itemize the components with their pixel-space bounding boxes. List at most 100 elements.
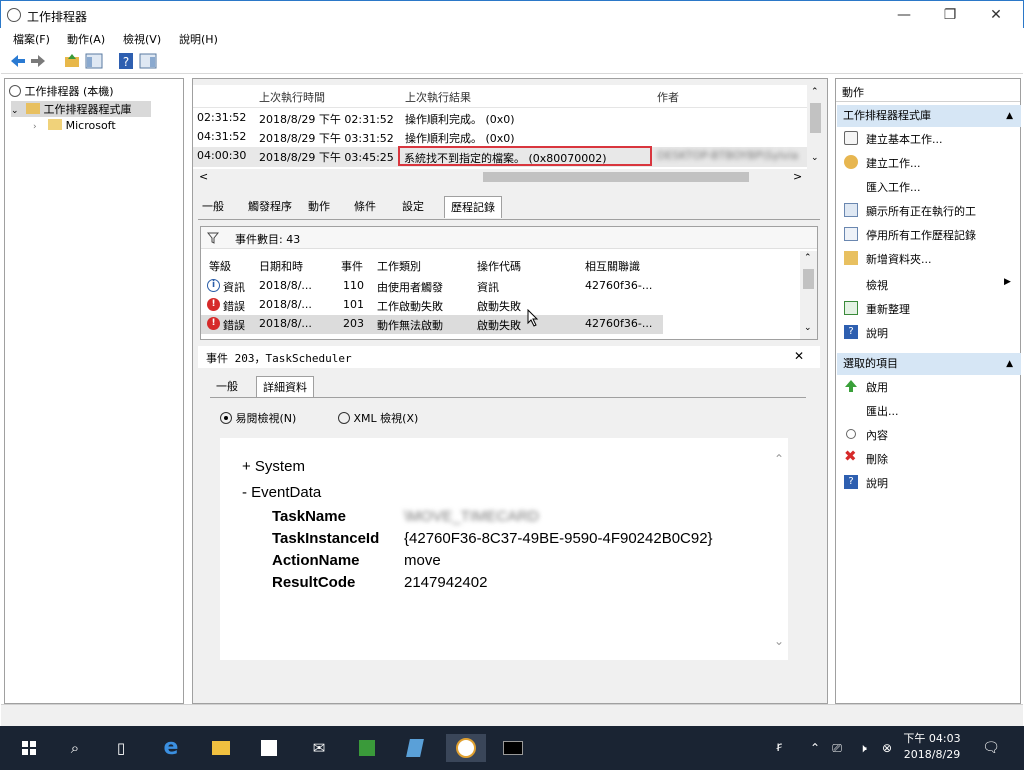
xml-view-radio[interactable]: XML 檢視(X)	[338, 410, 418, 426]
actions-section-selected[interactable]: 選取的項目 ▲	[837, 353, 1021, 375]
tab-triggers[interactable]: 觸發程序	[242, 196, 298, 218]
action-export[interactable]: 匯出...	[866, 403, 899, 419]
chevron-right-icon: ›	[33, 122, 37, 132]
menu-view[interactable]: 檢視(V)	[123, 31, 161, 47]
edge-icon[interactable]: e	[156, 734, 186, 762]
menu-action[interactable]: 動作(A)	[67, 31, 105, 47]
action-refresh[interactable]: 重新整理	[866, 301, 910, 317]
collapse-icon[interactable]: ▲	[1006, 353, 1013, 375]
forward-icon[interactable]	[29, 52, 47, 70]
tree-item-root[interactable]: 工作排程器 (本機)	[9, 83, 114, 99]
action-new-folder[interactable]: 新增資料夾...	[866, 251, 932, 267]
column-header-last-run[interactable]: 上次執行時間	[259, 89, 325, 105]
actions-section-library[interactable]: 工作排程器程式庫 ▲	[837, 105, 1021, 127]
tab-event-details[interactable]: 詳細資料	[256, 376, 314, 398]
history-vertical-scrollbar[interactable]: ⌃ ⌄	[800, 251, 817, 339]
event-date: 2018/8/...	[259, 298, 312, 311]
event-date: 2018/8/...	[259, 317, 312, 330]
close-button[interactable]: ✕	[973, 1, 1019, 29]
eventdata-node[interactable]: - EventData	[242, 484, 321, 501]
task-scheduler-taskbar-icon[interactable]	[446, 734, 486, 762]
action-display-running[interactable]: 顯示所有正在執行的工	[866, 203, 976, 219]
task-next-run: 04:31:52	[197, 130, 247, 143]
event-category: 工作啟動失敗	[377, 300, 443, 313]
action-enable[interactable]: 啟用	[866, 379, 888, 395]
notebook-app-icon[interactable]	[400, 734, 430, 762]
help-icon[interactable]: ?	[117, 52, 135, 70]
column-header-opcode[interactable]: 操作代碼	[477, 258, 521, 274]
scrollbar-thumb[interactable]	[803, 269, 814, 289]
column-header-event[interactable]: 事件	[341, 258, 363, 274]
column-header-level[interactable]: 等級	[209, 258, 231, 274]
lock-app-icon[interactable]	[352, 734, 382, 762]
show-hide-tree-icon[interactable]	[85, 52, 103, 70]
scrollbar-thumb[interactable]	[810, 103, 821, 133]
scrollbar-thumb[interactable]	[483, 172, 749, 182]
column-header-category[interactable]: 工作類別	[377, 258, 421, 274]
action-create-task[interactable]: 建立工作...	[866, 155, 921, 171]
running-tasks-icon	[844, 203, 858, 217]
new-folder-icon	[844, 251, 858, 265]
clock-date[interactable]: 2018/8/29	[898, 748, 966, 761]
tab-conditions[interactable]: 條件	[348, 196, 382, 218]
scroll-up-icon[interactable]: ⌃	[811, 87, 819, 97]
scroll-up-icon[interactable]: ⌃	[774, 452, 784, 466]
tab-event-general[interactable]: 一般	[210, 376, 244, 398]
friendly-view-radio[interactable]: 易閱檢視(N)	[220, 410, 296, 426]
column-header-last-result[interactable]: 上次執行結果	[405, 89, 471, 105]
back-icon[interactable]	[9, 52, 27, 70]
action-help-selected[interactable]: 說明	[866, 475, 888, 491]
menu-help[interactable]: 說明(H)	[179, 31, 218, 47]
scroll-down-icon[interactable]: ⌄	[811, 153, 819, 163]
up-folder-icon[interactable]	[63, 52, 81, 70]
show-hide-action-pane-icon[interactable]	[139, 52, 157, 70]
action-center-icon[interactable]: 🗨	[976, 734, 1006, 762]
collapse-icon[interactable]: ▲	[1006, 105, 1013, 127]
column-header-date[interactable]: 日期和時	[259, 258, 303, 274]
clock-time[interactable]: 下午 04:03	[902, 730, 962, 746]
tab-settings[interactable]: 設定	[396, 196, 430, 218]
scroll-down-icon[interactable]: ⌄	[774, 634, 784, 648]
scroll-right-icon[interactable]: >	[793, 170, 802, 183]
column-header-correlation[interactable]: 相互關聯識	[585, 258, 640, 274]
scroll-up-icon[interactable]: ⌃	[804, 253, 812, 263]
tab-actions[interactable]: 動作	[302, 196, 336, 218]
column-header-author[interactable]: 作者	[657, 89, 679, 105]
tab-history[interactable]: 歷程記錄	[444, 196, 502, 218]
action-view[interactable]: 檢視	[866, 277, 888, 293]
windows-start-icon[interactable]	[14, 734, 44, 762]
tree-item-microsoft[interactable]: › Microsoft	[33, 119, 116, 132]
system-node[interactable]: + System	[242, 458, 305, 475]
cmd-icon[interactable]	[498, 734, 528, 762]
mail-icon[interactable]: ✉	[304, 734, 334, 762]
search-icon[interactable]: ⌕	[60, 734, 90, 762]
close-icon[interactable]: ✕	[794, 349, 804, 363]
filter-icon[interactable]	[207, 232, 219, 244]
history-filter-bar: 事件數目: 43	[201, 227, 817, 249]
restore-button[interactable]: ❐	[927, 1, 973, 29]
task-next-run: 02:31:52	[197, 111, 247, 124]
tree-item-library[interactable]: ⌄ 工作排程器程式庫	[11, 101, 151, 117]
folder-clock-icon	[26, 103, 41, 114]
clock-icon	[9, 85, 21, 97]
store-icon[interactable]	[254, 734, 284, 762]
header-divider	[193, 107, 807, 108]
action-help[interactable]: 說明	[866, 325, 888, 341]
event-detail-content: + System - EventData TaskName \MOVE_TIME…	[220, 438, 788, 660]
action-properties[interactable]: 內容	[866, 427, 888, 443]
people-icon[interactable]: ꞧ	[764, 734, 794, 762]
action-disable-history[interactable]: 停用所有工作歷程記錄	[866, 227, 976, 243]
tab-general[interactable]: 一般	[196, 196, 230, 218]
action-import-task[interactable]: 匯入工作...	[866, 179, 921, 195]
scroll-down-icon[interactable]: ⌄	[804, 323, 812, 333]
action-create-basic-task[interactable]: 建立基本工作...	[866, 131, 943, 147]
menu-file[interactable]: 檔案(F)	[13, 31, 50, 47]
event-opcode: 啟動失敗	[477, 319, 521, 332]
task-list-vertical-scrollbar[interactable]: ⌃ ⌄	[807, 85, 824, 169]
task-list-horizontal-scrollbar[interactable]: < >	[193, 169, 807, 185]
minimize-button[interactable]: —	[881, 1, 927, 29]
scroll-left-icon[interactable]: <	[199, 170, 208, 183]
action-delete[interactable]: 刪除	[866, 451, 888, 467]
file-explorer-icon[interactable]	[206, 734, 236, 762]
task-view-icon[interactable]: ▯	[106, 734, 136, 762]
